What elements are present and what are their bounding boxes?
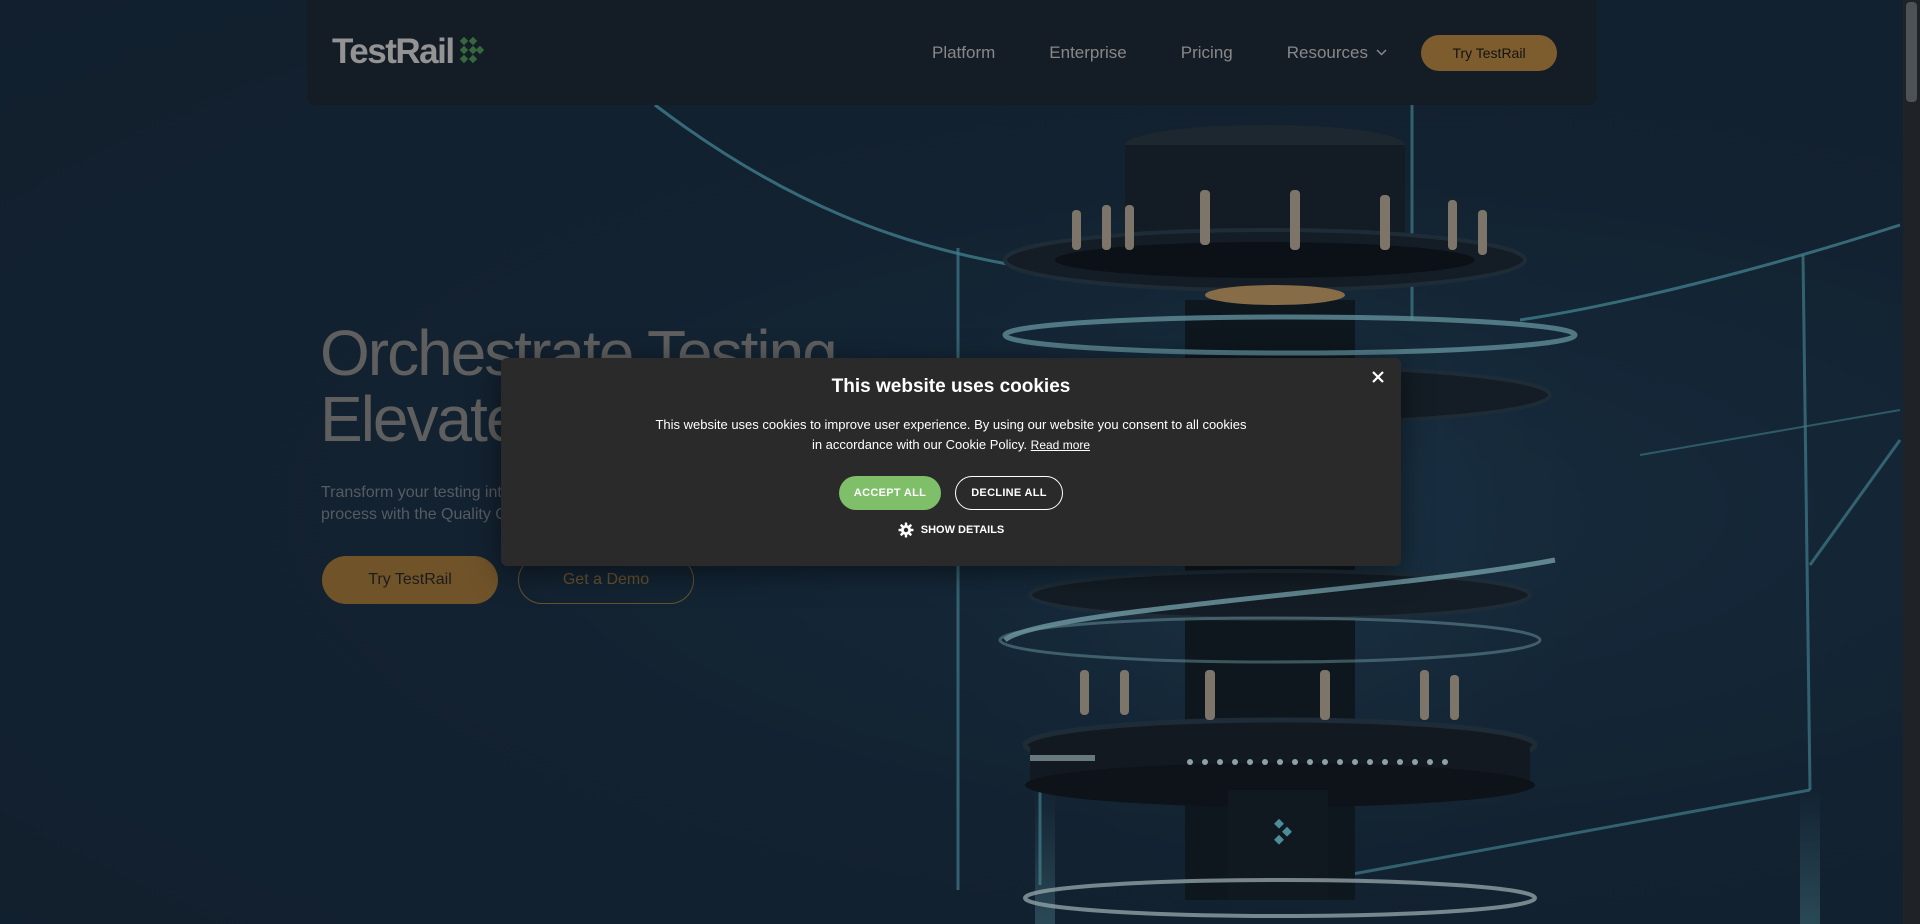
page-scrollbar[interactable] — [1903, 0, 1920, 924]
cookie-message: This website uses cookies to improve use… — [631, 415, 1271, 455]
cookie-title: This website uses cookies — [831, 376, 1071, 397]
cookie-buttons: ACCEPT ALL DECLINE ALL — [501, 476, 1401, 510]
scrollbar-thumb[interactable] — [1906, 2, 1917, 102]
cookie-message-line1: This website uses cookies to improve use… — [655, 417, 1247, 432]
read-more-link[interactable]: Read more — [1031, 438, 1090, 452]
show-details-toggle[interactable]: SHOW DETAILS — [501, 522, 1401, 538]
cookie-consent-dialog: This website uses cookies This website u… — [501, 358, 1401, 566]
decline-all-button[interactable]: DECLINE ALL — [955, 476, 1063, 510]
gear-icon — [898, 522, 914, 538]
cookie-message-line2: in accordance with our Cookie Policy. — [811, 437, 1028, 452]
show-details-label: SHOW DETAILS — [920, 524, 1005, 536]
accept-all-button[interactable]: ACCEPT ALL — [839, 476, 941, 510]
